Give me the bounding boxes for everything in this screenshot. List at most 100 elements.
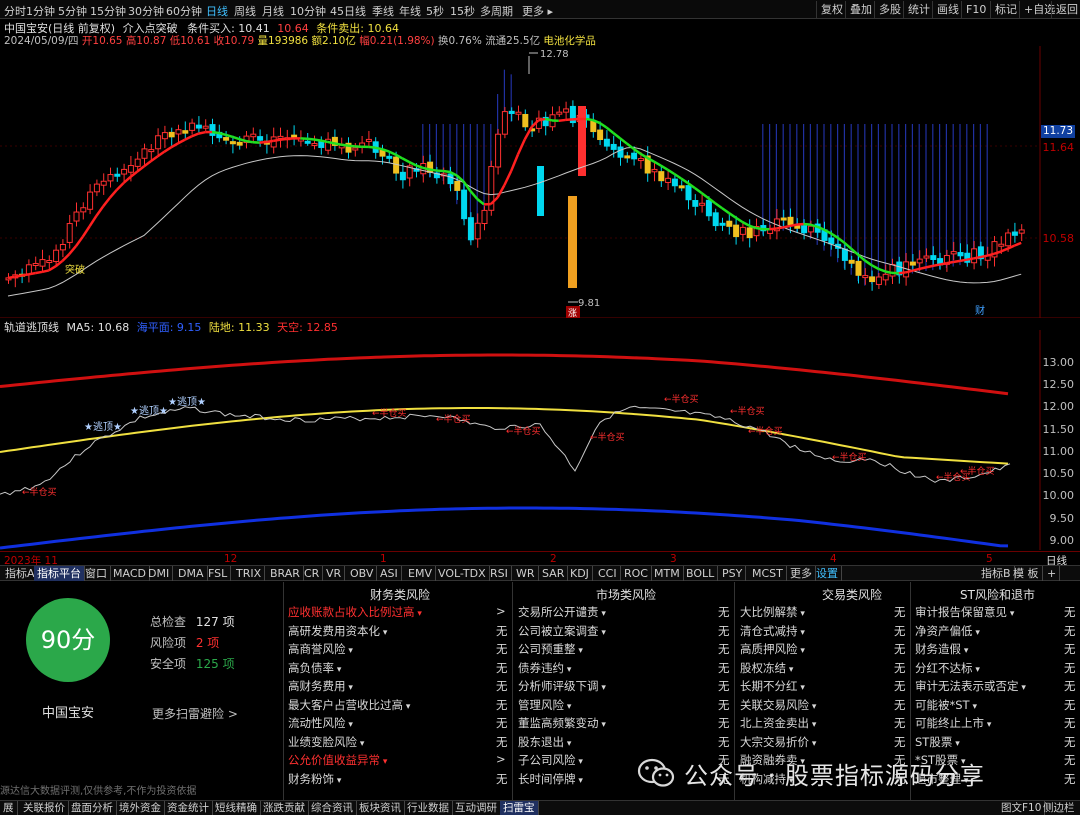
period-weekly[interactable]: 周线: [234, 3, 256, 19]
bottom-tab-1[interactable]: 关联报价: [20, 801, 69, 815]
period-more[interactable]: 更多 ▸: [522, 3, 553, 19]
stats-button[interactable]: 统计: [903, 1, 934, 18]
period-45day[interactable]: 45日线: [330, 3, 366, 19]
bottom-tab-2[interactable]: 盘面分析: [68, 801, 117, 815]
risk-item-3-3[interactable]: 分红不达标 ▾: [915, 660, 980, 676]
add-tab[interactable]: +: [1044, 566, 1061, 581]
draw-line-button[interactable]: 画线: [932, 1, 963, 18]
candlestick-chart[interactable]: 12.78 9.81 涨 突破 财: [0, 46, 1080, 318]
indicator-tab-23[interactable]: PSY: [719, 566, 747, 581]
indicator-tab-17[interactable]: SAR: [539, 566, 569, 581]
indicator-tab-1[interactable]: 指标平台: [34, 566, 85, 581]
bottom-tab-0[interactable]: 展: [0, 801, 18, 815]
indicator-tab-3[interactable]: MACD: [110, 566, 150, 581]
risk-item-2-5[interactable]: 关联交易风险 ▾: [740, 697, 816, 713]
fuquan-button[interactable]: 复权: [816, 1, 847, 18]
risk-item-3-1[interactable]: 净资产偏低 ▾: [915, 623, 980, 639]
risk-item-3-6[interactable]: 可能终止上市 ▾: [915, 715, 991, 731]
period-fenshi[interactable]: 分时: [4, 3, 26, 19]
risk-item-1-3[interactable]: 债券违约 ▾: [518, 660, 571, 676]
indicator-tab-22[interactable]: BOLL: [683, 566, 719, 581]
back-button[interactable]: 返回: [1051, 1, 1080, 18]
mark-button[interactable]: 标记: [990, 1, 1021, 18]
indicator-tab-7[interactable]: TRIX: [233, 566, 266, 581]
overlay-button[interactable]: 叠加: [845, 1, 876, 18]
period-60min[interactable]: 60分钟: [166, 3, 202, 19]
bottom-tab-5[interactable]: 短线精确: [212, 801, 261, 815]
risk-item-0-4[interactable]: 高财务费用 ▾: [288, 678, 353, 694]
risk-item-1-5[interactable]: 管理风险 ▾: [518, 697, 571, 713]
indicator-tab-19[interactable]: CCI: [595, 566, 621, 581]
risk-item-1-6[interactable]: 董监高频繁变动 ▾: [518, 715, 606, 731]
bottom-tab-4[interactable]: 资金统计: [164, 801, 213, 815]
indicator-tab-26[interactable]: 设置: [813, 566, 842, 581]
indicator-tab-15[interactable]: RSI: [487, 566, 512, 581]
period-daily[interactable]: 日线: [206, 3, 228, 19]
risk-item-1-4[interactable]: 分析师评级下调 ▾: [518, 678, 606, 694]
indicator-tab-18[interactable]: KDJ: [567, 566, 593, 581]
risk-item-3-2[interactable]: 财务造假 ▾: [915, 641, 968, 657]
risk-item-1-1[interactable]: 公司被立案调查 ▾: [518, 623, 606, 639]
indicator-tab-10[interactable]: VR: [323, 566, 346, 581]
risk-item-2-1[interactable]: 清仓式减持 ▾: [740, 623, 805, 639]
risk-item-1-2[interactable]: 公司预重整 ▾: [518, 641, 583, 657]
sidebar-tab[interactable]: 侧边栏: [1040, 801, 1078, 815]
f10-button[interactable]: F10: [961, 1, 990, 18]
indicator-tab-20[interactable]: ROC: [621, 566, 652, 581]
risk-item-2-2[interactable]: 高质押风险 ▾: [740, 641, 805, 657]
period-5sec[interactable]: 5秒: [426, 3, 444, 19]
indicator-tab-5[interactable]: DMA: [175, 566, 208, 581]
risk-item-1-0[interactable]: 交易所公开谴责 ▾: [518, 604, 606, 620]
indicator-tab-16[interactable]: WR: [513, 566, 539, 581]
period-5min[interactable]: 5分钟: [58, 3, 87, 19]
bottom-tab-8[interactable]: 板块资讯: [356, 801, 405, 815]
indicator-tab-24[interactable]: MCST: [749, 566, 787, 581]
risk-item-3-7[interactable]: ST股票 ▾: [915, 734, 960, 750]
indicator-tab-2[interactable]: 窗口: [82, 566, 111, 581]
indicator-chart[interactable]: ★逃顶★★逃顶★★逃顶★ ←半仓买←半仓买←半仓买←半仓买←半仓买←半仓买←半仓…: [0, 330, 1080, 550]
period-15min[interactable]: 15分钟: [90, 3, 126, 19]
period-10min[interactable]: 10分钟: [290, 3, 326, 19]
risk-item-0-8[interactable]: 公允价值收益异常 ▾: [288, 752, 387, 768]
multi-stock-button[interactable]: 多股: [874, 1, 905, 18]
risk-item-0-9[interactable]: 财务粉饰 ▾: [288, 771, 341, 787]
indicator-tab-21[interactable]: MTM: [651, 566, 684, 581]
indicator-tab-14[interactable]: VOL-TDX: [435, 566, 490, 581]
period-30min[interactable]: 30分钟: [128, 3, 164, 19]
risk-item-0-6[interactable]: 流动性风险 ▾: [288, 715, 353, 731]
risk-item-0-2[interactable]: 高商誉风险 ▾: [288, 641, 353, 657]
risk-item-2-3[interactable]: 股权冻结 ▾: [740, 660, 793, 676]
risk-item-0-0[interactable]: 应收账款占收入比例过高 ▾: [288, 604, 422, 620]
period-year[interactable]: 年线: [399, 3, 421, 19]
risk-item-1-8[interactable]: 子公司风险 ▾: [518, 752, 583, 768]
period-monthly[interactable]: 月线: [262, 3, 284, 19]
indicator-tab-9[interactable]: CR: [301, 566, 324, 581]
indicator-tab-11[interactable]: OBV: [347, 566, 378, 581]
bottom-tab-10[interactable]: 互动调研: [452, 801, 501, 815]
risk-item-3-4[interactable]: 审计无法表示或否定 ▾: [915, 678, 1026, 694]
risk-item-3-5[interactable]: 可能被*ST ▾: [915, 697, 977, 713]
indicator-tab-4[interactable]: DMI: [145, 566, 174, 581]
risk-item-0-3[interactable]: 高负债率 ▾: [288, 660, 341, 676]
risk-item-0-7[interactable]: 业绩变脸风险 ▾: [288, 734, 364, 750]
indicator-tab-12[interactable]: ASI: [377, 566, 402, 581]
risk-item-2-4[interactable]: 长期不分红 ▾: [740, 678, 805, 694]
period-1min[interactable]: 1分钟: [26, 3, 55, 19]
indicator-tab-6[interactable]: FSL: [205, 566, 232, 581]
risk-item-3-0[interactable]: 审计报告保留意见 ▾: [915, 604, 1014, 620]
bottom-tab-11[interactable]: 扫雷宝: [500, 801, 539, 815]
period-15sec[interactable]: 15秒: [450, 3, 475, 19]
risk-item-0-5[interactable]: 最大客户占营收比过高 ▾: [288, 697, 410, 713]
risk-item-1-9[interactable]: 长时间停牌 ▾: [518, 771, 583, 787]
f10-graphic-tab[interactable]: 图文F10: [998, 801, 1046, 815]
indicator-tab-8[interactable]: BRAR: [267, 566, 304, 581]
bottom-tab-6[interactable]: 涨跌贡献: [260, 801, 309, 815]
bottom-tab-9[interactable]: 行业数据: [404, 801, 453, 815]
indicator-tab-13[interactable]: EMV: [405, 566, 436, 581]
risk-item-1-7[interactable]: 股东退出 ▾: [518, 734, 571, 750]
period-quarter[interactable]: 季线: [372, 3, 394, 19]
period-multi[interactable]: 多周期: [480, 3, 513, 19]
bottom-tab-3[interactable]: 境外资金: [116, 801, 165, 815]
more-scan-link[interactable]: 更多扫雷避险 >: [152, 705, 238, 722]
risk-item-2-6[interactable]: 北上资金卖出 ▾: [740, 715, 816, 731]
